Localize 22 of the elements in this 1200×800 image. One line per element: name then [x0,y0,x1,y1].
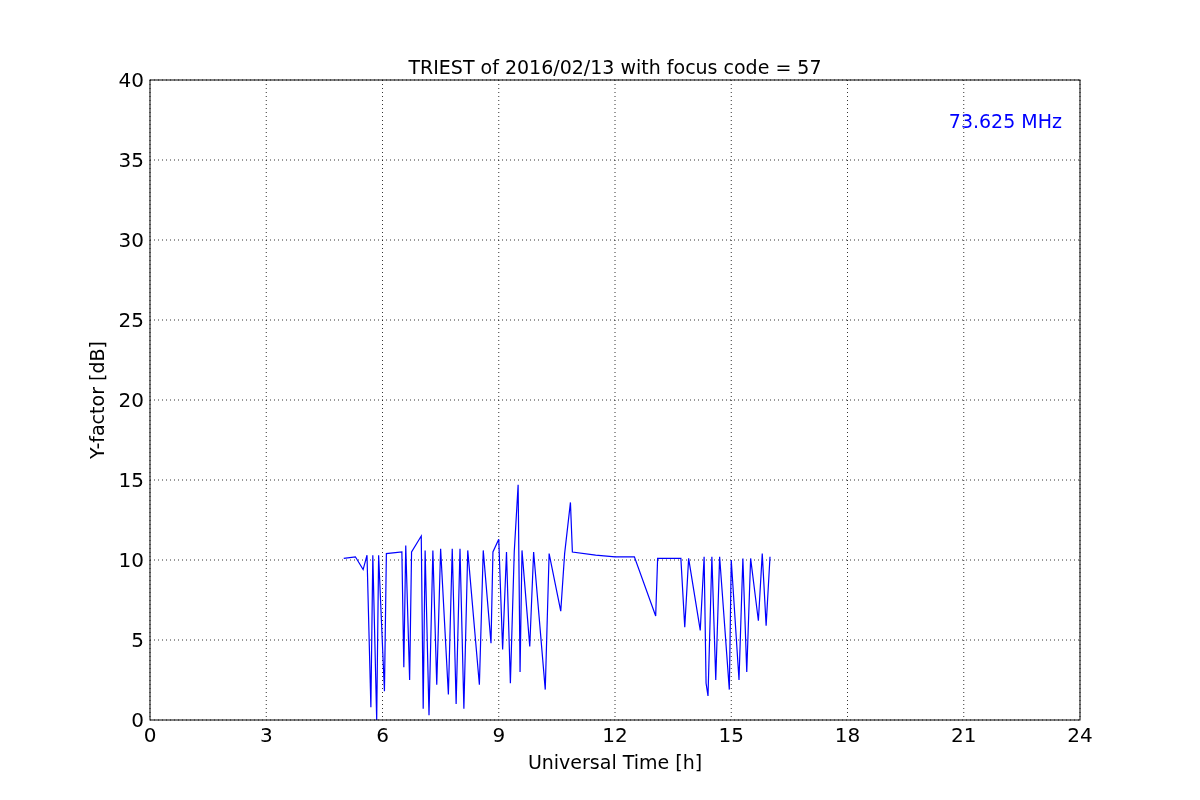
x-tick-label: 21 [951,723,977,747]
x-tick-label: 15 [718,723,744,747]
x-tick-label: 6 [376,723,389,747]
y-tick-label: 40 [118,68,144,92]
y-tick-label: 0 [131,708,144,732]
y-tick-label: 10 [118,548,144,572]
x-tick-label: 18 [834,723,861,747]
y-tick-label: 5 [131,628,144,652]
y-axis-label: Y-factor [dB] [86,341,108,459]
y-tick-label: 35 [118,148,144,172]
y-tick-label: 20 [118,388,144,412]
x-tick-label: 3 [259,723,273,747]
x-tick-label: 9 [492,723,506,747]
x-tick-label: 24 [1067,723,1093,747]
y-tick-label: 15 [118,468,144,492]
x-tick-label: 12 [602,723,628,747]
chart-title: TRIEST of 2016/02/13 with focus code = 57 [408,56,822,78]
frequency-annotation: 73.625 MHz [948,110,1062,132]
y-tick-label: 30 [118,228,144,252]
x-axis-label: Universal Time [h] [527,751,703,773]
x-tick-label: 0 [143,723,157,747]
y-tick-label: 25 [118,308,144,332]
